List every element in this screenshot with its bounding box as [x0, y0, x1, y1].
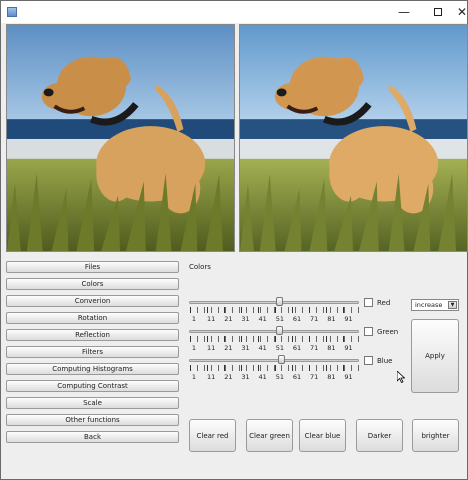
slider-tick-label: 21 [224, 315, 233, 323]
dog-photo-original [7, 25, 234, 251]
slider-tick-label: 11 [207, 373, 216, 381]
close-icon: ✕ [456, 5, 468, 19]
slider-tick-label: 31 [241, 315, 250, 323]
slider-major-ticks [190, 336, 360, 342]
slider-tick-label: 21 [224, 344, 233, 352]
slider-tick-label: 21 [224, 373, 233, 381]
chevron-down-icon[interactable]: ▼ [448, 301, 457, 309]
slider-tick-label: 41 [258, 373, 267, 381]
slider-track [189, 301, 359, 304]
window-icon [7, 7, 17, 17]
slider-tick-label: 1 [191, 344, 197, 352]
original-image [6, 24, 235, 252]
blue-slider[interactable]: 1 11 21 31 41 51 61 71 81 91 [187, 355, 363, 381]
mode-select-value: increase [415, 301, 443, 309]
slider-tick-label: 61 [292, 373, 302, 381]
slider-tick-label: 91 [344, 315, 353, 323]
conversion-button[interactable]: Converion [6, 295, 179, 307]
slider-track [189, 330, 359, 333]
slider-tick-label: 51 [275, 315, 284, 323]
slider-tick-label: 81 [327, 344, 336, 352]
clear-blue-button[interactable]: Clear blue [299, 419, 346, 452]
red-slider[interactable]: 1 11 21 31 41 51 61 71 81 91 [187, 297, 363, 323]
maximize-icon [434, 8, 442, 16]
slider-tick-label: 81 [327, 315, 336, 323]
slider-tick-label: 1 [191, 373, 197, 381]
slider-tick-label: 41 [258, 315, 267, 323]
slider-major-ticks [190, 365, 360, 371]
slider-tick-label: 71 [310, 315, 319, 323]
slider-tick-labels: 1 11 21 31 41 51 61 71 81 91 [187, 315, 363, 323]
red-checkbox[interactable] [364, 298, 373, 307]
rotation-button[interactable]: Rotation [6, 312, 179, 324]
slider-tick-labels: 1 11 21 31 41 51 61 71 81 91 [187, 344, 363, 352]
green-label: Green [377, 327, 399, 336]
slider-tick-label: 91 [344, 344, 353, 352]
red-label: Red [377, 298, 391, 307]
slider-tick-label: 31 [241, 344, 250, 352]
slider-thumb[interactable] [277, 355, 285, 364]
green-slider[interactable]: 1 11 21 31 41 51 61 71 81 91 [187, 326, 363, 352]
slider-tick-label: 61 [292, 344, 302, 352]
dog-photo-processed [240, 25, 467, 251]
slider-tick-label: 71 [310, 344, 319, 352]
slider-tick-label: 51 [275, 373, 284, 381]
app-window: — ✕ Files Colors Converion Rotation Refl… [0, 0, 468, 480]
filters-button[interactable]: Filters [6, 346, 179, 358]
minimize-icon: — [398, 5, 410, 19]
clear-green-button[interactable]: Clear green [246, 419, 293, 452]
green-checkbox-group[interactable]: Green [364, 327, 398, 336]
slider-tick-label: 11 [207, 315, 216, 323]
slider-track [189, 359, 359, 362]
slider-tick-label: 81 [327, 373, 336, 381]
mouse-cursor-icon [397, 371, 405, 383]
computing-contrast-button[interactable]: Computing Contrast [6, 380, 179, 392]
slider-thumb[interactable] [275, 326, 283, 335]
slider-tick-label: 11 [207, 344, 216, 352]
other-functions-button[interactable]: Other functions [6, 414, 179, 426]
blue-checkbox-group[interactable]: Blue [364, 356, 393, 365]
slider-major-ticks [190, 307, 360, 313]
colors-panel-title: Colors [189, 263, 211, 271]
files-button[interactable]: Files [6, 261, 179, 273]
slider-tick-label: 41 [258, 344, 267, 352]
slider-thumb[interactable] [275, 297, 283, 306]
darker-button[interactable]: Darker [356, 419, 403, 452]
red-checkbox-group[interactable]: Red [364, 298, 390, 307]
function-menu: Files Colors Converion Rotation Reflecti… [6, 261, 179, 448]
slider-tick-label: 31 [241, 373, 250, 381]
apply-button[interactable]: Apply [411, 319, 459, 393]
slider-tick-label: 51 [275, 344, 284, 352]
blue-checkbox[interactable] [364, 356, 373, 365]
clear-red-button[interactable]: Clear red [189, 419, 236, 452]
slider-tick-label: 1 [191, 315, 197, 323]
reflection-button[interactable]: Reflection [6, 329, 179, 341]
brighter-button[interactable]: brighter [412, 419, 459, 452]
blue-label: Blue [377, 356, 393, 365]
colors-button[interactable]: Colors [6, 278, 179, 290]
slider-tick-label: 71 [310, 373, 319, 381]
title-bar: — ✕ [1, 1, 467, 23]
slider-tick-label: 61 [292, 315, 302, 323]
green-checkbox[interactable] [364, 327, 373, 336]
processed-image [239, 24, 468, 252]
minimize-button[interactable]: — [387, 1, 421, 23]
main-content: Files Colors Converion Rotation Reflecti… [1, 23, 468, 479]
back-button[interactable]: Back [6, 431, 179, 443]
slider-tick-label: 91 [344, 373, 353, 381]
slider-tick-labels: 1 11 21 31 41 51 61 71 81 91 [187, 373, 363, 381]
close-button[interactable]: ✕ [445, 1, 468, 23]
mode-select[interactable]: increase ▼ [411, 299, 459, 311]
scale-button[interactable]: Scale [6, 397, 179, 409]
computing-histograms-button[interactable]: Computing Histograms [6, 363, 179, 375]
